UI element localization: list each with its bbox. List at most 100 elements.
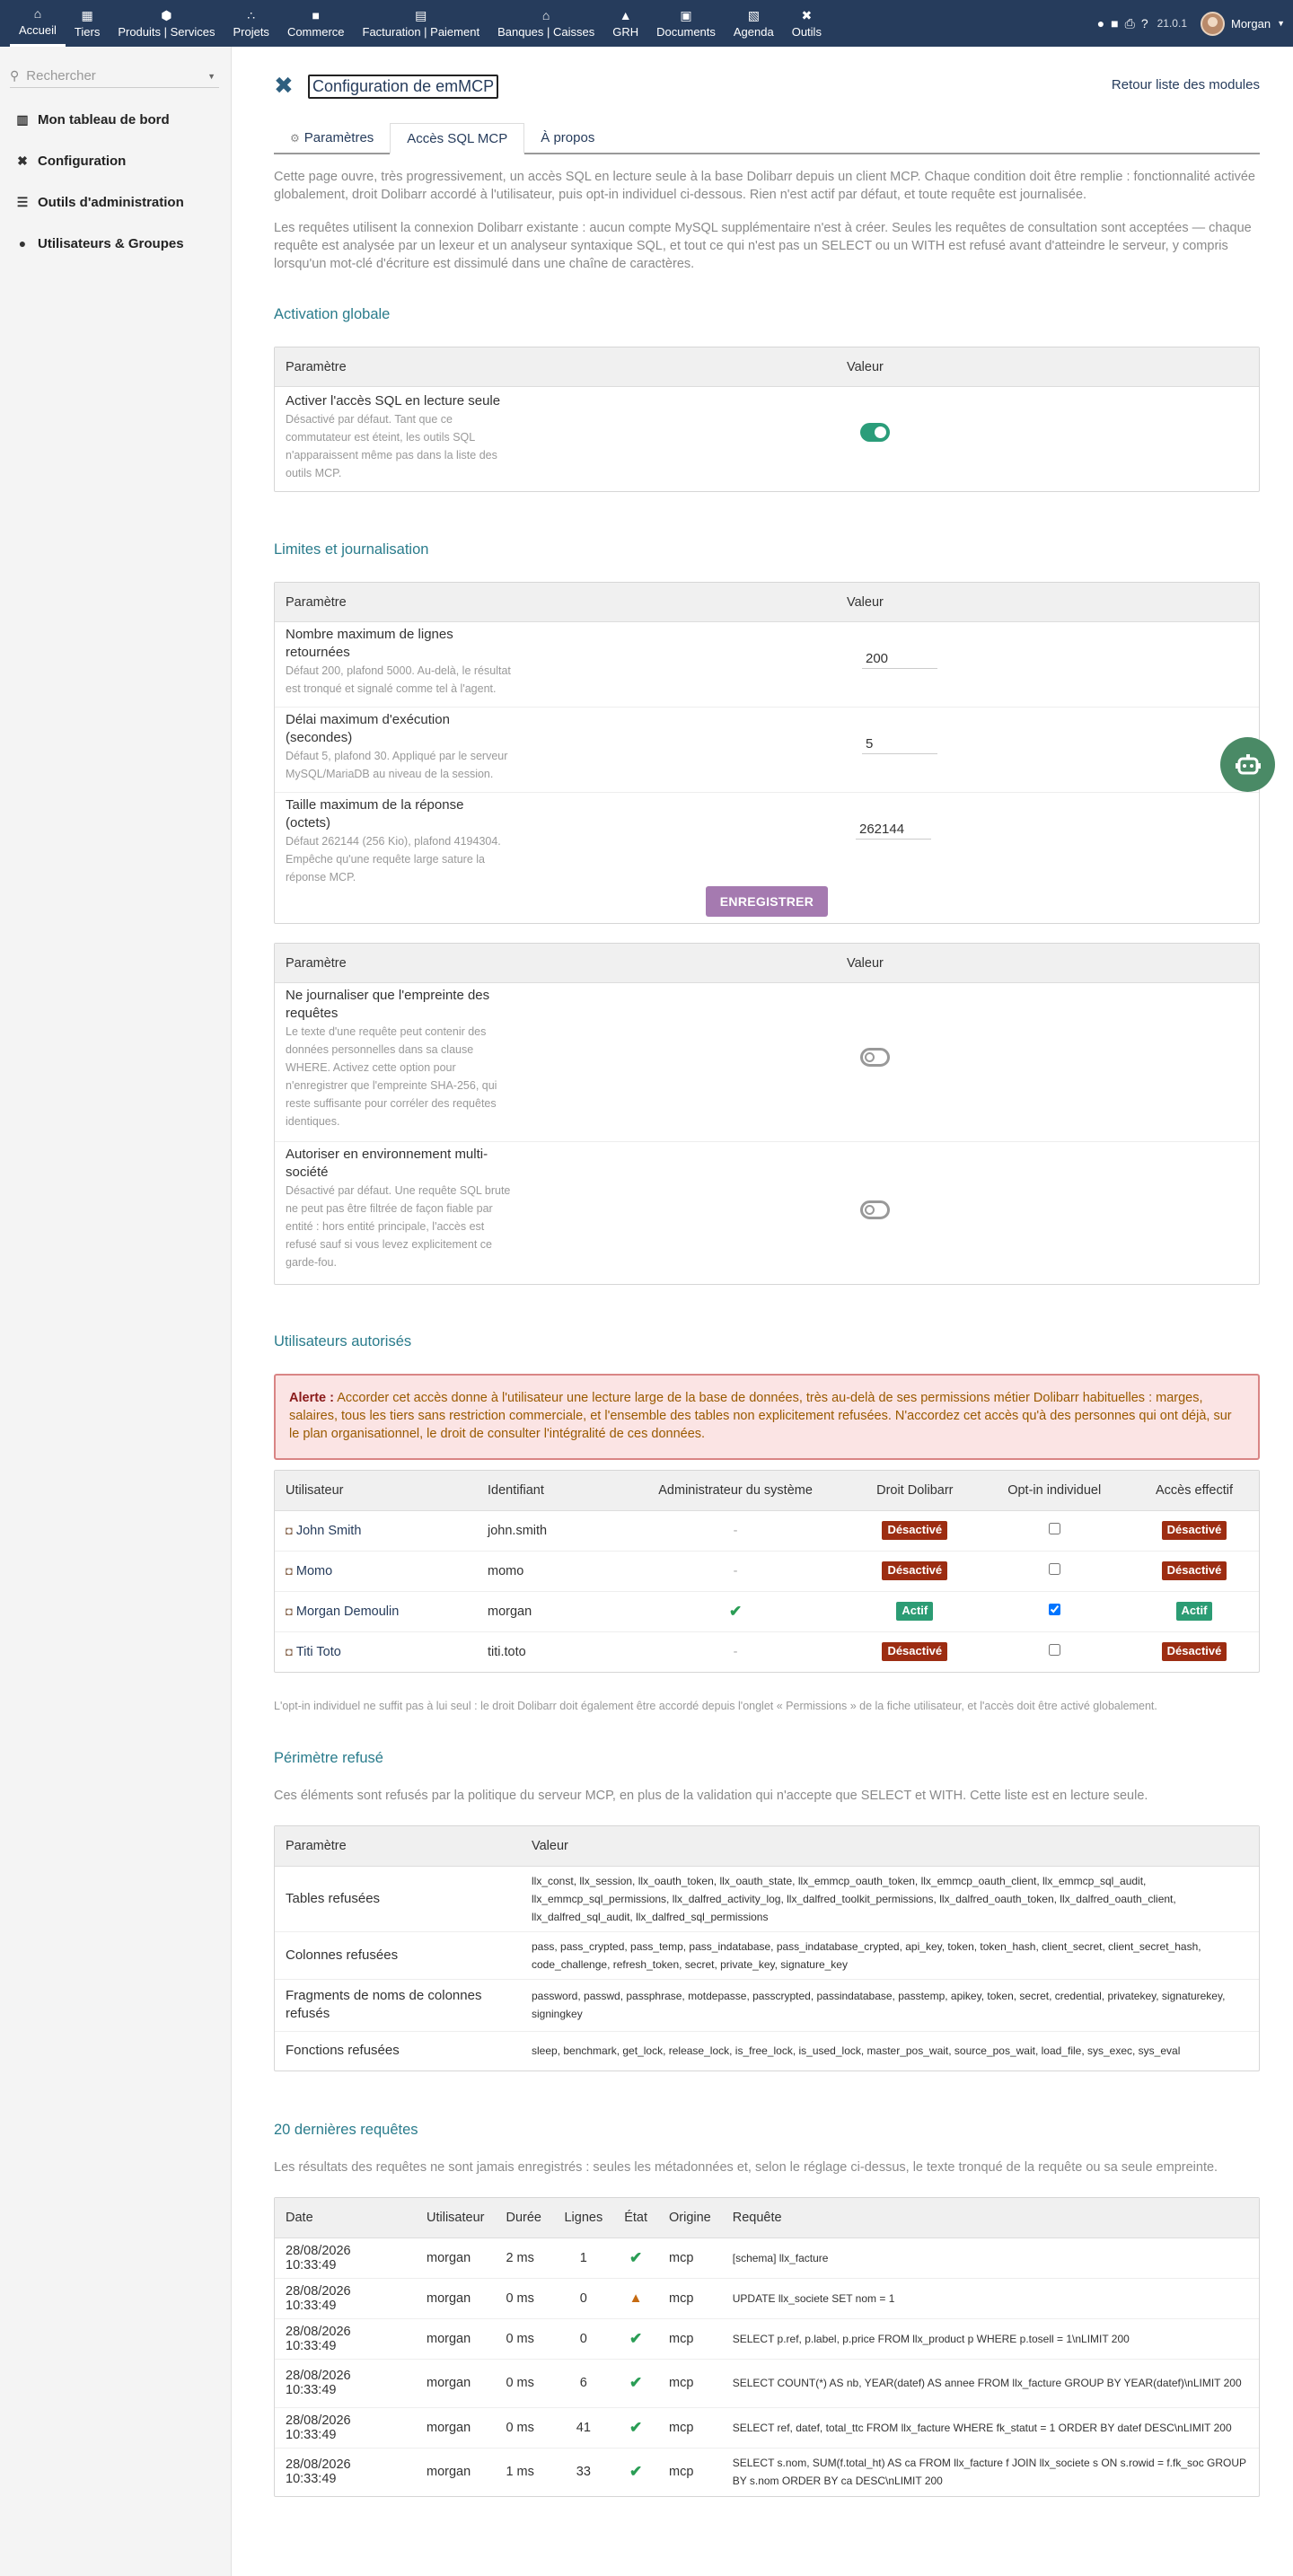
save-button[interactable]: ENREGISTRER (705, 885, 829, 917)
gears-icon: ⚙ (290, 131, 300, 145)
table-row: 28/08/2026 10:33:49 morgan 0 ms 0 ▲ mcp UPDATE… (275, 2278, 1259, 2319)
log-origin: mcp (658, 2278, 722, 2319)
logs-card: Date Utilisateur Durée Lignes État Origine Req… (274, 2197, 1260, 2497)
user-login: morgan (477, 1591, 620, 1632)
top-bar: ⌂ Accueil ▦ Tiers ⬢ Produits | Services ∴ Proje… (0, 0, 1293, 47)
log-duration: 0 ms (495, 2407, 554, 2449)
log-origin: mcp (658, 2407, 722, 2449)
column-header: Administrateur du système (620, 1471, 851, 1511)
limit-input[interactable] (862, 649, 937, 669)
refused-value: password, passwd, passphrase, motdepasse… (521, 1979, 1259, 2032)
back-to-modules-link[interactable]: Retour liste des modules (1112, 77, 1260, 92)
check-icon: ✔ (629, 2418, 643, 2436)
table-row: Colonnes refusées pass, pass_crypted, pas… (275, 1931, 1259, 1980)
log-rows: 0 (553, 2278, 614, 2319)
logging-row: Autoriser en environnement multi-société… (275, 1142, 1259, 1284)
banks-icon: ⌂ (541, 7, 550, 22)
search-input[interactable]: Rechercher (26, 68, 96, 84)
sidebar-item-label: Mon tableau de bord (38, 111, 170, 127)
log-query: SELECT ref, datef, total_ttc FROM llx_fa… (721, 2407, 1259, 2449)
help-icon[interactable]: ? (1141, 16, 1148, 31)
table-row: ◘ Titi Toto titi.toto - Désactivé Désactivé (275, 1631, 1259, 1672)
log-rows: 41 (553, 2407, 614, 2449)
top-nav-documents[interactable]: ▣ Documents (647, 0, 725, 47)
column-header: Opt-in individuel (979, 1471, 1130, 1511)
optin-checkbox[interactable] (1048, 1563, 1060, 1575)
log-duration: 0 ms (495, 2359, 554, 2408)
chat-icon[interactable]: ● (1097, 16, 1104, 31)
column-header: Accès effectif (1130, 1471, 1259, 1511)
tab-label: Accès SQL MCP (407, 130, 508, 146)
top-nav-banks[interactable]: ⌂ Banques | Caisses (488, 0, 603, 47)
limits-card: Paramètre Valeur Nombre maximum de ligne… (274, 582, 1260, 924)
sidebar-item-admin-tools[interactable]: ☰ Outils d'administration (14, 192, 231, 212)
limit-input[interactable] (856, 820, 931, 840)
toggle-sql-access[interactable] (860, 423, 890, 442)
search-box[interactable]: ⚲ Rechercher ▼ (10, 65, 219, 88)
logs-intro: Les résultats des requêtes ne sont jamai… (274, 2160, 1218, 2175)
caret-down-icon[interactable]: ▼ (207, 72, 216, 81)
toggle-hash-only[interactable] (860, 1048, 890, 1067)
log-user: morgan (416, 2359, 496, 2408)
top-nav-products[interactable]: ⬢ Produits | Services (109, 0, 224, 47)
user-link[interactable]: Momo (296, 1564, 332, 1578)
log-query: UPDATE llx_societe SET nom = 1 (721, 2278, 1259, 2319)
refused-card: Paramètre Valeur Tables refusées llx_cons… (274, 1825, 1260, 2071)
top-nav-projects[interactable]: ∴ Projets (224, 0, 277, 47)
user-avatar[interactable] (1201, 11, 1225, 36)
version-label: 21.0.1 (1157, 17, 1187, 30)
refused-value: pass, pass_crypted, pass_temp, pass_inda… (521, 1931, 1259, 1980)
table-row: Tables refusées llx_const, llx_session, l… (275, 1866, 1259, 1932)
top-nav-label: Tiers (74, 24, 101, 39)
table-row: ◘ John Smith john.smith - Désactivé Désactivé (275, 1510, 1259, 1552)
users-footnote: L'opt-in individuel ne suffit pas à lui … (274, 1700, 1157, 1712)
top-nav-hrm[interactable]: ▲ GRH (603, 0, 647, 47)
admin-tools-icon: ☰ (16, 194, 29, 209)
optin-checkbox[interactable] (1048, 1523, 1060, 1534)
top-nav-agenda[interactable]: ▧ Agenda (725, 0, 783, 47)
sidebar-item-users-groups[interactable]: ● Utilisateurs & Groupes (14, 233, 231, 253)
toggle-multicompany[interactable] (860, 1200, 890, 1219)
top-nav-thirdparties[interactable]: ▦ Tiers (66, 0, 109, 47)
chevron-down-icon[interactable]: ▼ (1277, 19, 1285, 28)
top-nav-commerce[interactable]: ■ Commerce (278, 0, 354, 47)
refused-param: Tables refusées (275, 1866, 521, 1932)
table-row: 28/08/2026 10:33:49 morgan 0 ms 0 ✔ mcp SELECT… (275, 2318, 1259, 2360)
setting-name: Délai maximum d'exécution (secondes) (286, 712, 450, 745)
log-query: SELECT p.ref, p.label, p.price FROM llx_… (721, 2318, 1259, 2360)
user-icon: ◘ (286, 1563, 293, 1578)
top-nav-label: Agenda (733, 24, 774, 39)
user-link[interactable]: Titi Toto (296, 1645, 341, 1659)
top-nav-billing[interactable]: ▤ Facturation | Paiement (354, 0, 489, 47)
page-title[interactable]: Configuration de emMCP (308, 75, 499, 99)
tab-sql-access[interactable]: Accès SQL MCP (390, 123, 525, 154)
user-link[interactable]: Morgan Demoulin (296, 1605, 399, 1619)
tab-about[interactable]: À propos (524, 123, 611, 153)
tab-params[interactable]: ⚙ Paramètres (274, 123, 390, 153)
tab-bar: ⚙ Paramètres Accès SQL MCP À propos (274, 123, 1260, 154)
top-nav-home[interactable]: ⌂ Accueil (10, 0, 66, 47)
refused-param: Fragments de noms de colonnes refusés (275, 1979, 521, 2032)
top-nav-label: Facturation | Paiement (362, 24, 480, 39)
column-header: Durée (495, 2198, 554, 2238)
top-nav-tools[interactable]: ✖ Outils (783, 0, 831, 47)
sidebar-item-setup[interactable]: ✖ Configuration (14, 151, 231, 171)
column-header-value: Valeur (847, 955, 884, 971)
robot-small-icon[interactable]: ■ (1111, 16, 1118, 31)
log-date: 28/08/2026 10:33:49 (275, 2359, 416, 2408)
commerce-icon: ■ (312, 7, 320, 22)
section-title-logs: 20 dernières requêtes (274, 2122, 418, 2138)
optin-checkbox[interactable] (1048, 1644, 1060, 1657)
optin-checkbox[interactable] (1048, 1604, 1060, 1615)
sidebar-item-label: Utilisateurs & Groupes (38, 235, 184, 251)
user-link[interactable]: John Smith (296, 1524, 362, 1538)
user-menu[interactable]: Morgan (1231, 17, 1271, 31)
users-card: Utilisateur Identifiant Administrateur du … (274, 1470, 1260, 1673)
sidebar-item-dashboard[interactable]: ▥ Mon tableau de bord (14, 110, 231, 129)
log-user: morgan (416, 2318, 496, 2360)
assistant-robot-button[interactable] (1220, 737, 1275, 792)
print-icon[interactable]: ⎙ (1125, 16, 1135, 31)
limit-input[interactable] (862, 734, 937, 754)
setup-icon: ✖ (17, 153, 28, 168)
section-title-refused: Périmètre refusé (274, 1750, 383, 1766)
